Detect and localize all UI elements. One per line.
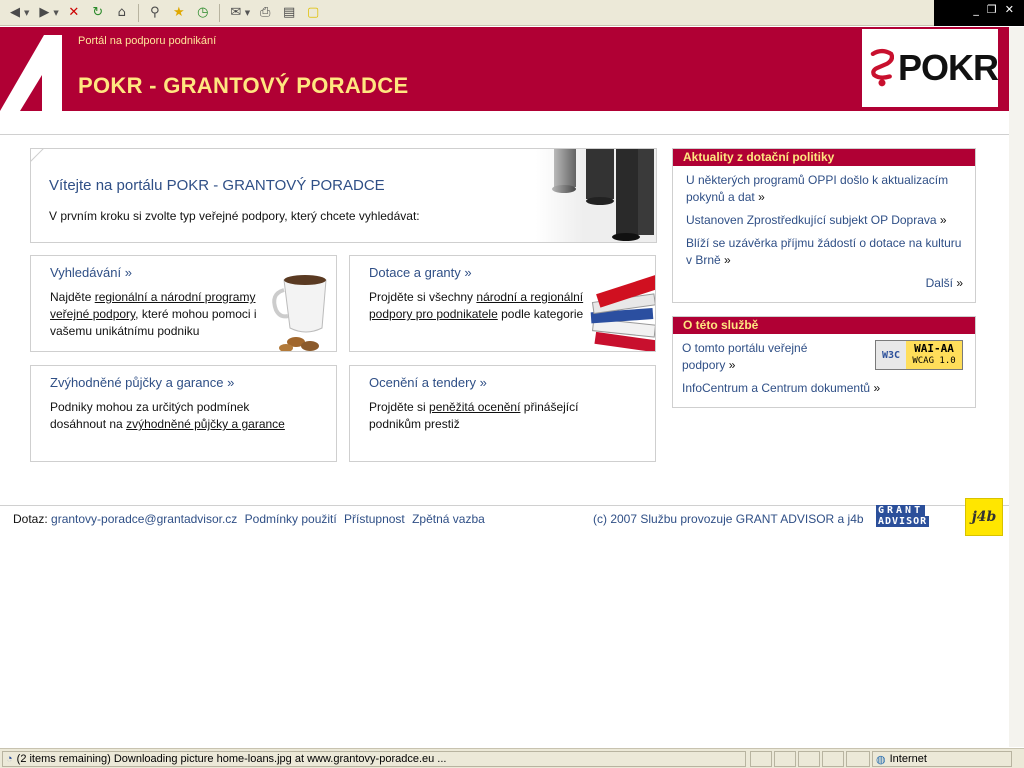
- footer-email-link[interactable]: grantovy-poradce@grantadvisor.cz: [51, 512, 237, 526]
- card-title[interactable]: Dotace a granty »: [369, 265, 472, 280]
- status-cell: [774, 751, 796, 767]
- wcag-label: WCAG 1.0: [912, 356, 956, 366]
- welcome-text: V prvním kroku si zvolte typ veřejné pod…: [49, 209, 420, 223]
- forward-icon[interactable]: ▶: [33, 3, 55, 23]
- grant-advisor-logo[interactable]: GRANT ADVISOR: [875, 505, 957, 529]
- refresh-icon[interactable]: ↻: [87, 3, 109, 23]
- card-title[interactable]: Vyhledávání »: [50, 265, 132, 280]
- about-heading: O této službě: [673, 317, 975, 334]
- mail-dropdown-icon[interactable]: ▼: [245, 9, 250, 17]
- about-item[interactable]: InfoCentrum a Centrum dokumentů »: [682, 380, 963, 397]
- card-title[interactable]: Ocenění a tendery »: [369, 375, 487, 390]
- footer-link-accessibility[interactable]: Přístupnost: [344, 512, 405, 526]
- grant-advisor-logo-line1: GRANT: [876, 505, 926, 516]
- edit-icon[interactable]: ▤: [278, 3, 300, 23]
- minimize-icon[interactable]: _: [973, 3, 979, 16]
- news-item[interactable]: Blíží se uzávěrka příjmu žádostí o dotac…: [686, 235, 963, 269]
- footer-link-terms[interactable]: Podmínky použití: [245, 512, 337, 526]
- card-link[interactable]: peněžitá ocenění: [429, 400, 520, 414]
- books-image: [590, 275, 655, 351]
- card-awards: Ocenění a tendery » Projděte si peněžitá…: [349, 365, 656, 462]
- status-cell: [846, 751, 870, 767]
- pokr-logo[interactable]: POKR: [862, 29, 999, 107]
- back-icon[interactable]: ◀: [4, 3, 26, 23]
- mail-icon[interactable]: ✉: [225, 3, 247, 23]
- corner-decoration: [31, 149, 44, 162]
- welcome-box: Vítejte na portálu POKR - GRANTOVÝ PORAD…: [30, 148, 657, 243]
- toolbar-separator: [137, 3, 139, 22]
- history-icon[interactable]: ◷: [192, 3, 214, 23]
- news-item[interactable]: U některých programů OPPI došlo k aktual…: [686, 172, 963, 206]
- site-header: Portál na podporu podnikání POKR - GRANT…: [0, 27, 1009, 111]
- site-title[interactable]: POKR - GRANTOVÝ PORADCE: [78, 73, 408, 99]
- page-loading-icon: ◔: [6, 753, 13, 765]
- footer-label: Dotaz:: [13, 512, 48, 526]
- favorites-icon[interactable]: ★: [168, 3, 190, 23]
- card-description: Projděte si všechny národní a regionální…: [369, 290, 584, 321]
- w3c-logo: W3C: [876, 341, 906, 369]
- search-icon[interactable]: ⚲: [144, 3, 166, 23]
- restore-icon[interactable]: ❐: [987, 3, 997, 16]
- status-message: ◔ (2 items remaining) Downloading pictur…: [2, 751, 746, 767]
- news-heading: Aktuality z dotační politiky: [673, 149, 975, 166]
- toolbar-separator: [218, 3, 220, 22]
- card-description: Projděte si peněžitá ocenění přinášející…: [369, 400, 579, 431]
- status-text: (2 items remaining) Downloading picture …: [16, 753, 447, 765]
- footer-links: Dotaz: grantovy-poradce@grantadvisor.cz …: [13, 512, 489, 526]
- news-box: Aktuality z dotační politiky U některých…: [672, 148, 976, 303]
- card-search: Vyhledávání » Najděte regionální a národ…: [30, 255, 337, 352]
- pokr-logo-text: POKR: [897, 47, 999, 88]
- status-bar: ◔ (2 items remaining) Downloading pictur…: [0, 748, 1024, 768]
- status-cell: [822, 751, 844, 767]
- status-cell: [750, 751, 772, 767]
- window-controls: _ ❐ ✕: [934, 0, 1024, 26]
- zone-label: Internet: [889, 753, 927, 765]
- back-dropdown-icon[interactable]: ▼: [24, 9, 29, 17]
- site-tagline: Portál na podporu podnikání: [78, 35, 217, 47]
- stop-icon[interactable]: ✕: [63, 3, 85, 23]
- footer-copyright: (c) 2007 Službu provozuje GRANT ADVISOR …: [593, 512, 864, 526]
- divider: [0, 134, 1009, 135]
- wai-label: WAI-AA: [914, 342, 954, 355]
- site-logo-icon[interactable]: [0, 27, 62, 111]
- card-description: Podniky mohou za určitých podmínek dosáh…: [50, 400, 285, 431]
- forward-dropdown-icon[interactable]: ▼: [53, 9, 58, 17]
- news-more-link[interactable]: Další »: [686, 275, 963, 292]
- coffee-cup-image: [272, 275, 327, 351]
- internet-globe-icon: ◍: [876, 753, 886, 766]
- close-icon[interactable]: ✕: [1005, 3, 1014, 16]
- grant-advisor-logo-line2: ADVISOR: [876, 516, 930, 527]
- status-cell: [798, 751, 820, 767]
- card-grants: Dotace a granty » Projděte si všechny ná…: [349, 255, 656, 352]
- about-item[interactable]: O tomto portálu veřejné podpory »: [682, 340, 832, 374]
- news-item[interactable]: Ustanoven Zprostředkující subjekt OP Dop…: [686, 212, 963, 229]
- card-loans: Zvýhodněné půjčky a garance » Podniky mo…: [30, 365, 337, 462]
- card-description: Najděte regionální a národní programy ve…: [50, 290, 257, 338]
- note-icon[interactable]: ▢: [302, 3, 324, 23]
- about-box: O této službě O tomto portálu veřejné po…: [672, 316, 976, 408]
- welcome-title: Vítejte na portálu POKR - GRANTOVÝ PORAD…: [49, 177, 385, 194]
- j4b-logo[interactable]: j4b: [965, 498, 1003, 536]
- walking-people-image: [536, 149, 656, 242]
- card-title[interactable]: Zvýhodněné půjčky a garance »: [50, 375, 234, 390]
- page-scrollbar[interactable]: [1009, 27, 1024, 747]
- browser-toolbar: ◀ ▼ ▶ ▼ ✕ ↻ ⌂ ⚲ ★ ◷ ✉ ▼ ⎙ ▤ ▢: [0, 0, 1024, 26]
- wcag-badge[interactable]: W3C WAI-AA WCAG 1.0: [875, 340, 963, 370]
- pokr-logo-icon: [870, 48, 894, 87]
- footer-divider: [0, 505, 1009, 506]
- home-icon[interactable]: ⌂: [111, 3, 133, 23]
- footer-link-feedback[interactable]: Zpětná vazba: [412, 512, 485, 526]
- card-link[interactable]: zvýhodněné půjčky a garance: [126, 417, 285, 431]
- security-zone[interactable]: ◍ Internet: [872, 751, 1012, 767]
- print-icon[interactable]: ⎙: [254, 3, 276, 23]
